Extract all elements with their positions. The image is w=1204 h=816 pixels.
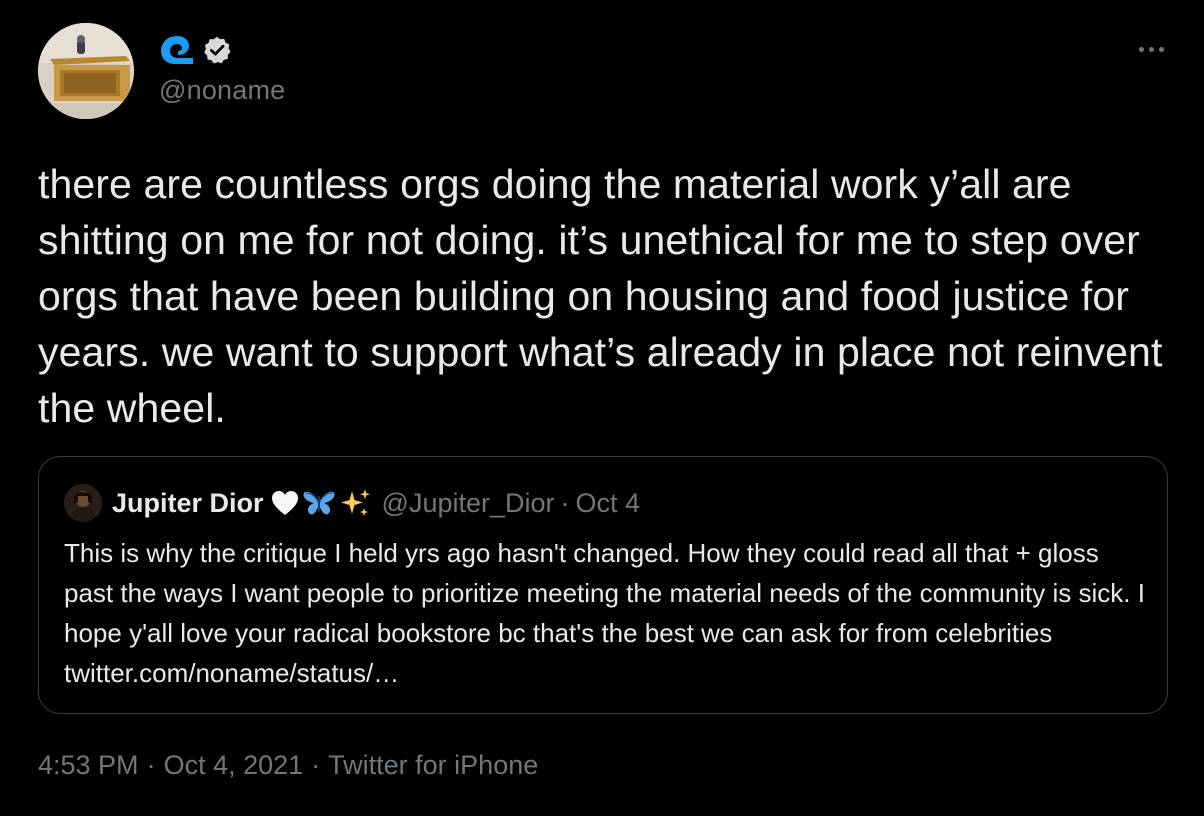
quoted-date: Oct 4 <box>575 487 641 518</box>
more-dot-icon <box>1158 46 1164 52</box>
more-dot-icon <box>1138 46 1144 52</box>
author-handle[interactable]: @noname <box>159 74 285 106</box>
tweet-source[interactable]: Twitter for iPhone <box>328 750 538 781</box>
more-options-button[interactable] <box>1128 34 1174 64</box>
quoted-tweet-header: Jupiter Dior @Jupiter_Dior · Oct 4 <box>64 483 640 523</box>
tweet-date[interactable]: Oct 4, 2021 <box>164 750 304 781</box>
quoted-author-name: Jupiter Dior <box>112 487 264 518</box>
tweet-time[interactable]: 4:53 PM <box>38 750 139 781</box>
tweet-meta: 4:53 PM · Oct 4, 2021 · Twitter for iPho… <box>38 750 538 781</box>
more-dot-icon <box>1148 46 1154 52</box>
sparkles-icon <box>338 487 372 519</box>
tweet-text: there are countless orgs doing the mater… <box>38 161 1163 431</box>
author-avatar[interactable] <box>38 23 134 119</box>
butterfly-icon <box>302 488 336 518</box>
avatar-desk-image <box>38 23 134 119</box>
quoted-avatar-image <box>64 484 102 522</box>
meta-separator: · <box>311 750 321 780</box>
quoted-author-handle: @Jupiter_Dior <box>381 487 555 518</box>
quoted-tweet[interactable]: Jupiter Dior @Jupiter_Dior · Oct 4 This … <box>38 456 1168 714</box>
tweet: @noname there are countless orgs doing t… <box>0 0 1204 816</box>
meta-separator: · <box>146 750 156 780</box>
verified-badge-icon <box>204 36 231 64</box>
quoted-separator: · <box>560 487 570 518</box>
quoted-tweet-text: This is why the critique I held yrs ago … <box>64 538 1145 688</box>
wave-icon <box>161 36 193 64</box>
quoted-author-avatar <box>64 484 102 522</box>
author-name-row[interactable] <box>158 32 232 68</box>
white-heart-icon <box>270 489 300 517</box>
